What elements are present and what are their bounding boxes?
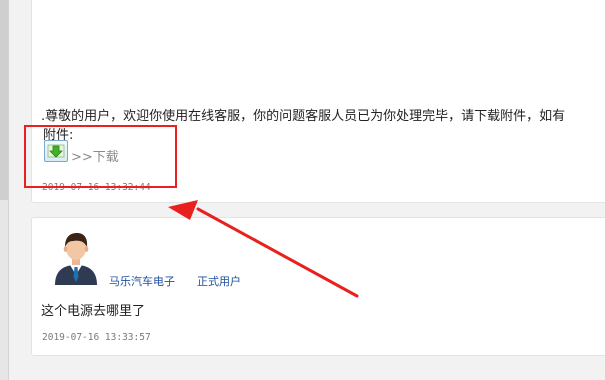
user-avatar-icon <box>51 229 101 285</box>
message-text: 这个电源去哪里了 <box>41 304 146 319</box>
message-card-user: 马乐汽车电子 正式用户 这个电源去哪里了 2019-07-16 13:33:57 <box>31 217 605 356</box>
user-name-link[interactable]: 马乐汽车电子 <box>109 273 175 289</box>
left-scrollbar-thumb[interactable] <box>0 0 8 200</box>
left-scrollbar[interactable] <box>0 0 9 380</box>
message-timestamp: 2019-07-16 13:33:57 <box>42 332 151 343</box>
user-role-badge: 正式用户 <box>197 275 241 288</box>
highlight-box <box>24 125 177 188</box>
message-text: .尊敬的用户，欢迎你使用在线客服，你的问题客服人员已为你处理完毕，请下载附件，如… <box>41 109 566 124</box>
